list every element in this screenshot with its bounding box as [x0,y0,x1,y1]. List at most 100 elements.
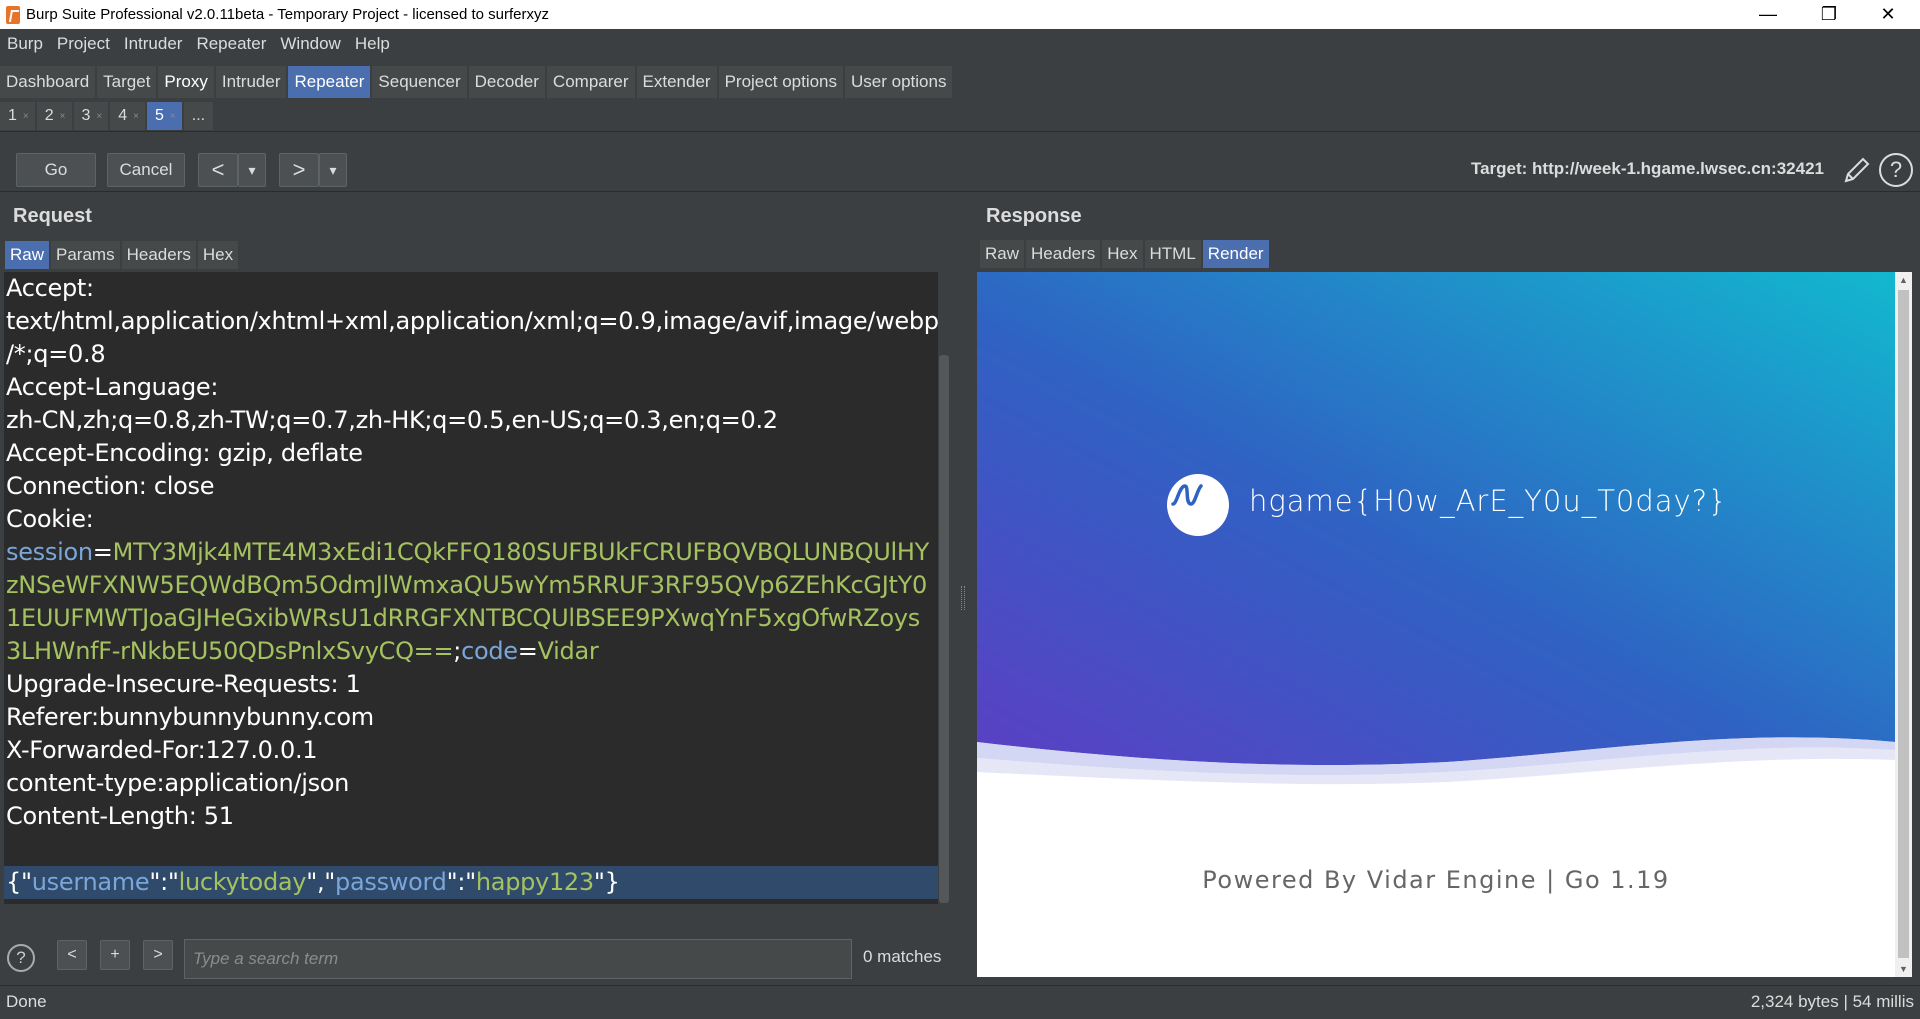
flag-text: hgame{H0w_ArE_Y0u_T0day?} [1249,484,1728,518]
request-tab-hex[interactable]: Hex [197,241,239,269]
repeater-tab-1[interactable]: 1 × [0,102,35,130]
back-history-dropdown[interactable]: ▾ [238,153,266,187]
cookie-line: 3LHWnfF-rNkbEU50QDsPnlxSvyCQ==;code=Vida… [6,635,930,668]
edit-target-pencil-icon[interactable] [1840,153,1874,187]
request-line: Accept: [6,274,94,302]
scroll-up-icon[interactable]: ▲ [1895,272,1912,288]
json-quote: " [446,868,458,896]
close-tab-icon[interactable]: × [170,111,176,122]
main-tabs: Dashboard Target Proxy Intruder Repeater… [0,66,1920,98]
cookie-line: zNSeWFXNW5EQWdBQm5OdmJlWmxaQU5wYm5RRUF3R… [6,569,930,602]
cookie-session-key: session [6,538,93,566]
search-input[interactable] [184,939,852,979]
divider [0,131,1920,132]
minimize-button[interactable]: — [1740,0,1796,29]
repeater-tab-5[interactable]: 5 × [147,102,182,130]
repeater-tab-label: 1 [8,107,17,124]
json-username-value: luckytoday [178,868,307,896]
repeater-tab-4[interactable]: 4 × [110,102,145,130]
tab-proxy[interactable]: Proxy [158,66,214,98]
menu-bar: Burp Project Intruder Repeater Window He… [0,29,1920,58]
json-password-key: password [335,868,447,896]
response-tab-headers[interactable]: Headers [1026,240,1101,268]
menu-project[interactable]: Project [50,34,117,54]
back-button[interactable]: < [198,153,238,187]
restore-button[interactable]: ❐ [1801,0,1857,29]
burp-logo-icon [6,5,20,24]
new-tab-button[interactable]: ... [183,102,214,130]
close-tab-icon[interactable]: × [96,111,102,122]
request-line: Upgrade-Insecure-Requests: 1 [6,670,361,698]
close-tab-icon[interactable]: × [133,111,139,122]
request-line: text/html,application/xhtml+xml,applicat… [6,307,938,335]
close-window-button[interactable]: ✕ [1860,0,1916,29]
rendered-response: hgame{H0w_ArE_Y0u_T0day?} Powered By Vid… [977,272,1895,977]
repeater-tab-label: 5 [155,107,164,124]
powered-by-footer: Powered By Vidar Engine | Go 1.19 [1202,866,1670,894]
tab-repeater[interactable]: Repeater [288,66,371,98]
menu-repeater[interactable]: Repeater [189,34,273,54]
target-label: Target: http://week-1.hgame.lwsec.cn:324… [1470,159,1824,178]
cookie-separator: ; [453,637,462,665]
search-add-button[interactable]: + [100,940,130,970]
json-username-key: username [31,868,150,896]
json-quote: " [465,868,476,896]
tab-dashboard[interactable]: Dashboard [0,66,96,98]
response-tab-html[interactable]: HTML [1144,240,1201,268]
json-quote: " [593,868,605,896]
repeater-tab-label: 4 [118,107,128,124]
response-title: Response [986,205,1082,227]
repeater-tab-label: 3 [81,107,91,124]
tab-comparer[interactable]: Comparer [546,66,635,98]
response-tab-hex[interactable]: Hex [1102,240,1143,268]
cookie-line: 1EUUFMWTJoaGJHeGxibWRsU1dRRGFXNTBCQUlBSE… [6,602,930,635]
tab-user-options[interactable]: User options [845,66,953,98]
response-tab-raw[interactable]: Raw [980,240,1025,268]
tab-intruder[interactable]: Intruder [215,66,287,98]
request-tab-headers[interactable]: Headers [121,241,196,269]
tab-extender[interactable]: Extender [636,66,717,98]
response-scrollbar[interactable]: ▲ ▼ [1895,272,1912,977]
search-next-button[interactable]: > [143,940,173,970]
scroll-thumb[interactable] [1898,290,1909,958]
selected-body: {"username":"luckytoday","password":"hap… [4,866,938,899]
json-brace: { [6,868,21,896]
request-line: Cookie: [6,505,94,533]
search-help-icon[interactable]: ? [7,944,35,972]
request-editor[interactable]: Accept: text/html,application/xhtml+xml,… [4,272,938,904]
request-text: Accept: text/html,application/xhtml+xml,… [4,272,938,899]
response-tabs: Raw Headers Hex HTML Render [980,240,1271,268]
tab-target[interactable]: Target [97,66,157,98]
tab-sequencer[interactable]: Sequencer [372,66,467,98]
request-tab-params[interactable]: Params [51,241,120,269]
search-prev-button[interactable]: < [57,940,87,970]
repeater-tab-2[interactable]: 2 × [36,102,72,130]
request-scrollbar[interactable] [939,355,949,903]
cookie-session-value: 3LHWnfF-rNkbEU50QDsPnlxSvyCQ== [6,637,454,665]
response-tab-render[interactable]: Render [1202,240,1269,268]
cookie-equals: = [92,538,113,566]
request-line: /*;q=0.8 [6,340,106,368]
menu-intruder[interactable]: Intruder [117,34,190,54]
window-title: Burp Suite Professional v2.0.11beta - Te… [26,6,550,23]
cancel-button[interactable]: Cancel [107,153,185,187]
request-line: Accept-Encoding: gzip, deflate [6,439,363,467]
cookie-code-key: code [461,637,518,665]
scroll-down-icon[interactable]: ▼ [1895,961,1912,977]
request-tab-raw[interactable]: Raw [5,241,50,269]
help-icon[interactable]: ? [1879,153,1913,187]
close-tab-icon[interactable]: × [60,111,66,122]
forward-button[interactable]: > [279,153,319,187]
tab-project-options[interactable]: Project options [718,66,844,98]
forward-history-dropdown[interactable]: ▾ [319,153,347,187]
title-bar: Burp Suite Professional v2.0.11beta - Te… [0,0,1920,29]
go-button[interactable]: Go [16,153,96,187]
menu-window[interactable]: Window [273,34,347,54]
repeater-tab-3[interactable]: 3 × [73,102,109,130]
json-colon: : [457,868,466,896]
close-tab-icon[interactable]: × [23,111,29,122]
menu-help[interactable]: Help [348,34,397,54]
menu-burp[interactable]: Burp [0,34,50,54]
tab-decoder[interactable]: Decoder [468,66,545,98]
